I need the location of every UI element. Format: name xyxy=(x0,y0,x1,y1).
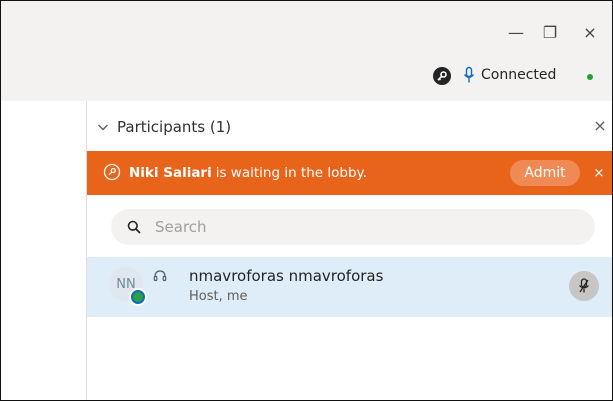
mute-participant-button[interactable] xyxy=(569,271,599,301)
minimize-button[interactable]: — xyxy=(507,23,525,42)
presence-status-icon xyxy=(129,288,147,306)
admit-button[interactable]: Admit xyxy=(510,160,580,186)
lobby-person-name: Niki Saliari xyxy=(129,165,212,181)
connected-dot-icon xyxy=(587,74,593,80)
search-icon xyxy=(127,220,141,234)
lobby-key-icon xyxy=(103,163,121,181)
participants-title: Participants (1) xyxy=(117,118,232,136)
chevron-down-icon xyxy=(98,124,108,131)
panel-close-button[interactable]: × xyxy=(592,115,608,135)
connection-status: Connected xyxy=(481,67,557,83)
participant-name: nmavroforas nmavroforas xyxy=(189,267,384,285)
search-input[interactable]: Search xyxy=(111,209,595,245)
participant-role: Host, me xyxy=(189,289,248,304)
participants-header[interactable]: Participants (1) xyxy=(97,115,231,139)
participants-panel: Participants (1) × Niki Saliari is waiti… xyxy=(87,101,612,400)
lobby-message-text: is waiting in the lobby. xyxy=(215,165,367,181)
lobby-message: Niki Saliari is waiting in the lobby. xyxy=(129,151,367,195)
lobby-banner: Niki Saliari is waiting in the lobby. Ad… xyxy=(87,151,612,195)
mic-muted-icon xyxy=(579,278,589,293)
mic-icon[interactable] xyxy=(463,66,475,84)
lobby-dismiss-button[interactable]: × xyxy=(592,163,606,183)
key-icon[interactable] xyxy=(433,67,451,85)
participant-row[interactable]: NN nmavroforas nmavroforas Host, me xyxy=(87,257,612,317)
headset-icon xyxy=(153,270,167,282)
key-glyph xyxy=(437,71,447,81)
search-placeholder: Search xyxy=(155,218,207,236)
title-bar: — ❐ × Connected xyxy=(1,1,612,101)
close-button[interactable]: × xyxy=(581,23,599,42)
app-window: — ❐ × Connected Participants (1) × Niki … xyxy=(0,0,613,401)
restore-button[interactable]: ❐ xyxy=(541,23,559,42)
